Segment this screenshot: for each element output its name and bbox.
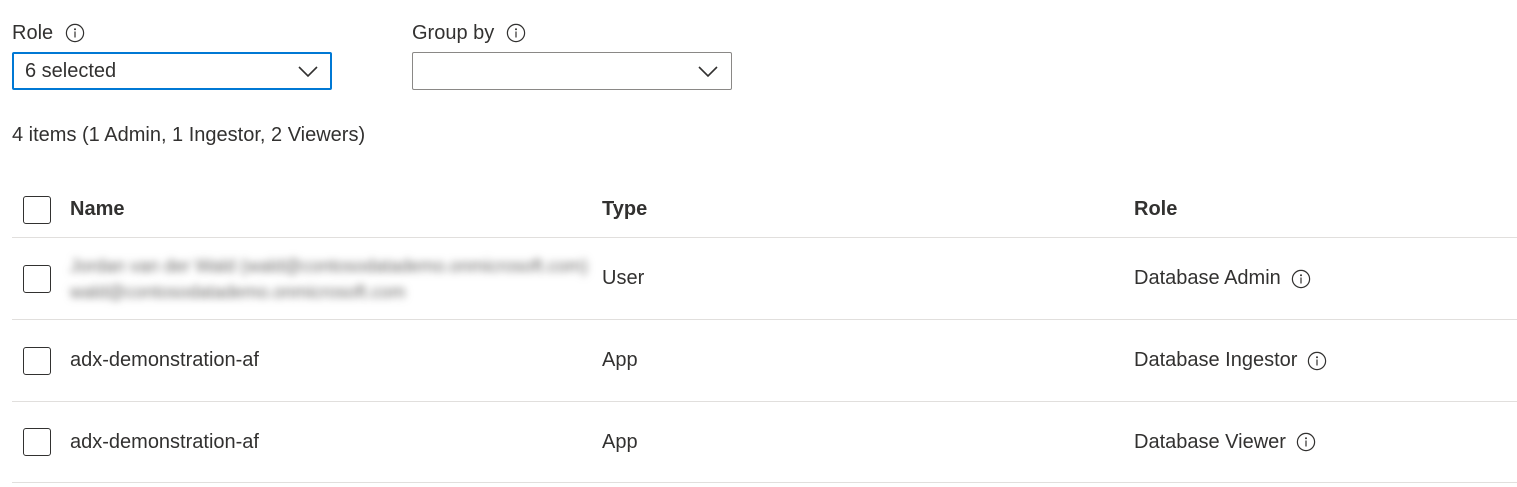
row-select-cell	[12, 428, 70, 456]
row-role: Database Admin	[1134, 267, 1517, 290]
row-name-redacted: Jordan van der Wald (wald@contosodatadem…	[70, 253, 602, 305]
group-by-filter-label-row: Group by	[412, 18, 732, 48]
info-icon[interactable]	[65, 23, 85, 43]
role-filter: Role 6 selected	[12, 18, 332, 90]
column-header-name[interactable]: Name	[70, 198, 602, 221]
items-summary: 4 items (1 Admin, 1 Ingestor, 2 Viewers)	[12, 124, 366, 146]
info-icon[interactable]	[506, 23, 526, 43]
row-role: Database Ingestor	[1134, 349, 1517, 372]
row-type: App	[602, 430, 638, 453]
filter-bar: Role 6 selected Group by	[12, 18, 732, 90]
row-role-text: Database Ingestor	[1134, 349, 1298, 371]
select-all-cell	[12, 195, 70, 224]
info-icon[interactable]	[1307, 351, 1327, 371]
chevron-down-icon	[697, 60, 719, 82]
row-checkbox[interactable]	[23, 346, 51, 375]
group-by-filter-label: Group by	[412, 21, 495, 44]
row-name-line1: Jordan van der Wald (wald@contosodatadem…	[70, 255, 588, 276]
row-name: adx-demonstration-af	[70, 349, 259, 371]
row-select-cell	[12, 346, 70, 375]
row-checkbox[interactable]	[23, 428, 51, 456]
role-filter-label-row: Role	[12, 18, 332, 48]
row-role-text: Database Viewer	[1134, 430, 1286, 453]
chevron-down-icon	[297, 60, 319, 82]
role-dropdown-value: 6 selected	[25, 59, 117, 82]
info-icon[interactable]	[1291, 269, 1311, 289]
group-by-dropdown[interactable]	[412, 52, 732, 90]
column-header-role[interactable]: Role	[1134, 198, 1517, 221]
row-role-text: Database Admin	[1134, 267, 1281, 289]
table-row[interactable]: Jordan van der Wald (wald@contosodatadem…	[12, 238, 1517, 320]
row-name: adx-demonstration-af	[70, 430, 259, 453]
table-header-row: Name Type Role	[12, 182, 1517, 238]
row-name-line2: wald@contosodatademo.onmicrosoft.com	[70, 281, 406, 302]
row-checkbox[interactable]	[23, 264, 51, 293]
role-dropdown[interactable]: 6 selected	[12, 52, 332, 90]
row-role: Database Viewer	[1134, 431, 1517, 454]
role-filter-label: Role	[12, 21, 54, 44]
select-all-checkbox[interactable]	[23, 195, 51, 224]
info-icon[interactable]	[1296, 432, 1316, 452]
column-header-type[interactable]: Type	[602, 198, 1134, 221]
row-type: User	[602, 267, 645, 289]
row-select-cell	[12, 264, 70, 293]
row-type: App	[602, 349, 638, 371]
members-table: Name Type Role Jordan van der Wald (wald…	[12, 182, 1517, 483]
table-row[interactable]: adx-demonstration-af App Database Viewer	[12, 402, 1517, 483]
group-by-filter: Group by	[412, 18, 732, 90]
table-row[interactable]: adx-demonstration-af App Database Ingest…	[12, 320, 1517, 402]
